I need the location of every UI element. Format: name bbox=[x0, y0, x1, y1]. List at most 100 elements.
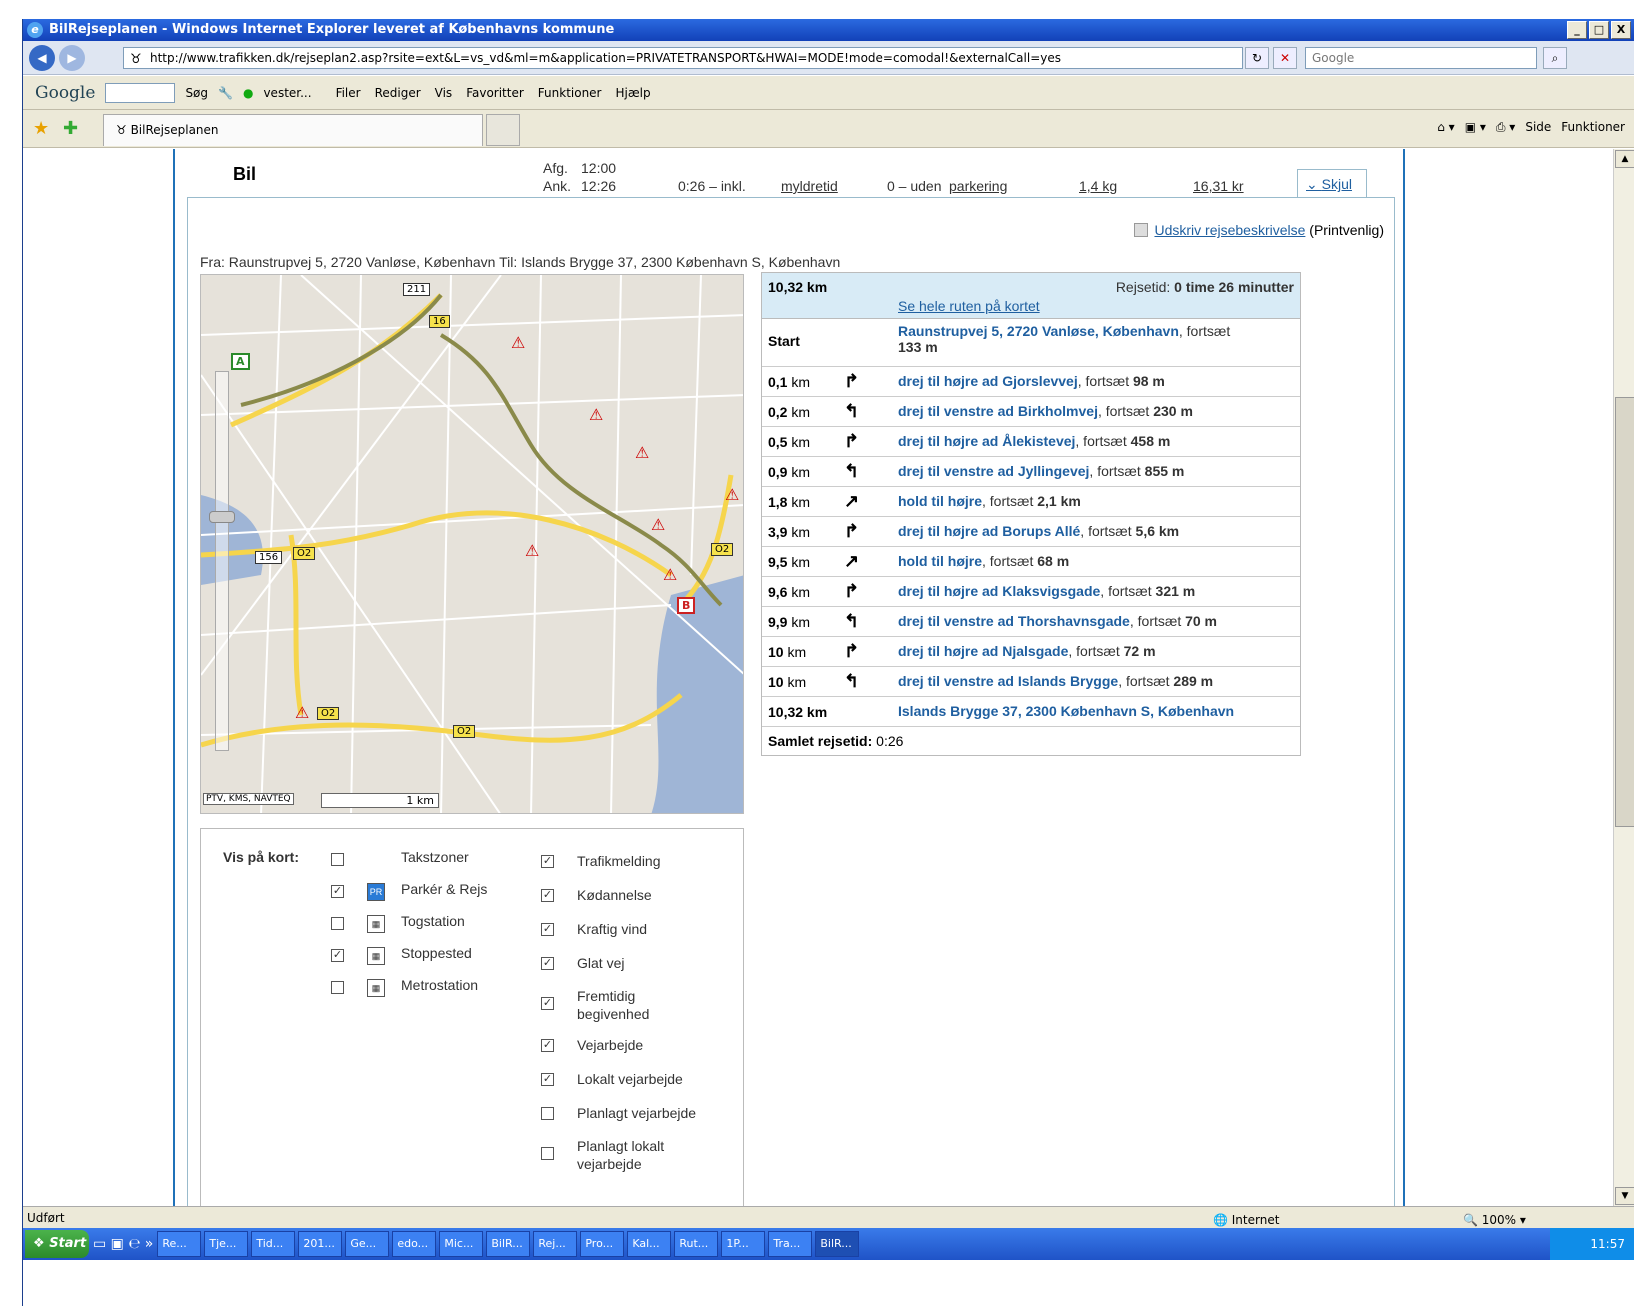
warning-icon[interactable]: ⚠ bbox=[725, 485, 739, 504]
layer-checkbox[interactable] bbox=[331, 981, 344, 994]
print-section: Udskriv rejsebeskrivelse (Printvenlig) bbox=[1134, 222, 1384, 238]
step-link[interactable]: drej til venstre ad Jyllingevej bbox=[898, 463, 1089, 479]
stop-icon[interactable]: ✕ bbox=[1273, 47, 1297, 69]
parking-link[interactable]: parkering bbox=[949, 178, 1007, 194]
co2-link[interactable]: 1,4 kg bbox=[1079, 178, 1117, 194]
url-text: http://www.trafikken.dk/rejseplan2.asp?r… bbox=[150, 51, 1061, 65]
taskbar-item[interactable]: Tje... bbox=[204, 1231, 249, 1257]
tab-bilrejseplanen[interactable]: ♉ BilRejseplanen bbox=[103, 114, 483, 146]
warning-icon[interactable]: ⚠ bbox=[663, 565, 677, 584]
zoom-slider[interactable] bbox=[215, 371, 229, 751]
taskbar-item[interactable]: BilR... bbox=[486, 1231, 531, 1257]
menu-vis[interactable]: Vis bbox=[435, 86, 453, 100]
step-link[interactable]: drej til højre ad Ålekistevej bbox=[898, 433, 1075, 449]
warning-icon[interactable]: ⚠ bbox=[635, 443, 649, 462]
layer-checkbox[interactable] bbox=[541, 1107, 554, 1120]
menu-funktioner[interactable]: Funktioner bbox=[538, 86, 602, 100]
minimize-button[interactable]: _ bbox=[1567, 21, 1587, 39]
taskbar-item[interactable]: Rej... bbox=[533, 1231, 578, 1257]
layer-checkbox[interactable]: ✓ bbox=[541, 923, 554, 936]
new-tab-button[interactable] bbox=[486, 114, 520, 146]
layer-checkbox[interactable]: ✓ bbox=[331, 949, 344, 962]
taskbar-item[interactable]: 1P... bbox=[721, 1231, 766, 1257]
see-route-link[interactable]: Se hele ruten på kortet bbox=[898, 298, 1040, 314]
turn-arrow-icon: ↰ bbox=[844, 401, 860, 421]
cost-link[interactable]: 16,31 kr bbox=[1193, 178, 1244, 194]
hide-button[interactable]: ⌄ Skjul bbox=[1297, 169, 1367, 197]
step-link[interactable]: drej til højre ad Njalsgade bbox=[898, 643, 1068, 659]
scroll-up-icon[interactable]: ▲ bbox=[1615, 150, 1634, 168]
home-icon[interactable]: ⌂ ▾ bbox=[1437, 120, 1454, 135]
step-link[interactable]: drej til højre ad Klaksvigsgade bbox=[898, 583, 1100, 599]
layer-checkbox[interactable]: ✓ bbox=[541, 957, 554, 970]
taskbar-item[interactable]: Tid... bbox=[251, 1231, 296, 1257]
taskbar-item[interactable]: 201... bbox=[298, 1231, 343, 1257]
layer-checkbox[interactable]: ✓ bbox=[541, 1073, 554, 1086]
start-marker-a[interactable]: A bbox=[231, 353, 250, 370]
layer-checkbox[interactable]: ✓ bbox=[541, 997, 554, 1010]
taskbar-item[interactable]: Tra... bbox=[768, 1231, 813, 1257]
taskbar-item[interactable]: Re... bbox=[157, 1231, 202, 1257]
vertical-scrollbar[interactable]: ▲ ▼ bbox=[1613, 149, 1634, 1206]
address-field[interactable]: ♉ http://www.trafikken.dk/rejseplan2.asp… bbox=[123, 47, 1243, 69]
taskbar-item[interactable]: Mic... bbox=[439, 1231, 484, 1257]
search-button[interactable]: Søg bbox=[185, 86, 208, 100]
layer-checkbox[interactable] bbox=[331, 917, 344, 930]
layer-checkbox[interactable]: ✓ bbox=[541, 1039, 554, 1052]
end-address-link[interactable]: Islands Brygge 37, 2300 København S, Køb… bbox=[898, 703, 1298, 719]
zoom-slider-handle[interactable] bbox=[209, 511, 235, 523]
favorites-star-icon[interactable]: ★ bbox=[33, 118, 49, 139]
step-link[interactable]: hold til højre bbox=[898, 493, 982, 509]
google-search-field[interactable] bbox=[105, 82, 176, 103]
start-address-link[interactable]: Raunstrupvej 5, 2720 Vanløse, København bbox=[898, 323, 1179, 339]
print-icon[interactable]: ⎙ ▾ bbox=[1496, 120, 1515, 135]
taskbar-item[interactable]: Pro... bbox=[580, 1231, 625, 1257]
taskbar-item[interactable]: Ge... bbox=[345, 1231, 390, 1257]
warning-icon[interactable]: ⚠ bbox=[525, 541, 539, 560]
menu-favoritter[interactable]: Favoritter bbox=[466, 86, 524, 100]
step-link[interactable]: drej til højre ad Borups Allé bbox=[898, 523, 1080, 539]
start-button[interactable]: ❖ Start bbox=[25, 1230, 89, 1258]
forward-button[interactable]: ▶ bbox=[59, 45, 85, 71]
wrench-icon[interactable]: 🔧 bbox=[218, 86, 233, 100]
route-map[interactable]: 211 16 156 O2 O2 O2 O2 A B ⚠ ⚠ ⚠ ⚠ ⚠ ⚠ ⚠ bbox=[200, 274, 744, 814]
step-link[interactable]: drej til venstre ad Islands Brygge bbox=[898, 673, 1118, 689]
add-favorite-icon[interactable]: ✚ bbox=[63, 118, 78, 139]
taskbar-item[interactable]: BilR... bbox=[815, 1231, 860, 1257]
step-link[interactable]: drej til venstre ad Birkholmvej bbox=[898, 403, 1098, 419]
taskbar-item[interactable]: Kal... bbox=[627, 1231, 672, 1257]
menu-filer[interactable]: Filer bbox=[336, 86, 361, 100]
step-link[interactable]: drej til venstre ad Thorshavnsgade bbox=[898, 613, 1130, 629]
quick-launch-icons[interactable]: ▭ ▣ ℮ » bbox=[93, 1236, 153, 1252]
maximize-button[interactable]: □ bbox=[1589, 21, 1609, 39]
step-link[interactable]: hold til højre bbox=[898, 553, 982, 569]
search-icon[interactable]: ⌕ bbox=[1543, 47, 1567, 69]
menu-rediger[interactable]: Rediger bbox=[375, 86, 421, 100]
warning-icon[interactable]: ⚠ bbox=[511, 333, 525, 352]
layer-checkbox[interactable]: ✓ bbox=[541, 889, 554, 902]
step-link[interactable]: drej til højre ad Gjorslevvej bbox=[898, 373, 1078, 389]
layer-checkbox[interactable] bbox=[541, 1147, 554, 1160]
rush-hour-link[interactable]: myldretid bbox=[781, 178, 838, 194]
close-button[interactable]: X bbox=[1611, 21, 1631, 39]
print-link[interactable]: Udskriv rejsebeskrivelse bbox=[1154, 222, 1305, 238]
scroll-down-icon[interactable]: ▼ bbox=[1615, 1187, 1634, 1205]
refresh-icon[interactable]: ↻ bbox=[1245, 47, 1269, 69]
layer-checkbox[interactable]: ✓ bbox=[331, 885, 344, 898]
end-marker-b[interactable]: B bbox=[677, 597, 696, 614]
layer-checkbox[interactable]: ✓ bbox=[541, 855, 554, 868]
vester-button[interactable]: vester... bbox=[263, 86, 311, 100]
warning-icon[interactable]: ⚠ bbox=[651, 515, 665, 534]
taskbar-item[interactable]: Rut... bbox=[674, 1231, 719, 1257]
back-button[interactable]: ◀ bbox=[29, 45, 55, 71]
feeds-icon[interactable]: ▣ ▾ bbox=[1465, 120, 1486, 135]
page-menu[interactable]: Side bbox=[1525, 120, 1551, 135]
tools-menu[interactable]: Funktioner bbox=[1561, 120, 1625, 135]
taskbar-item[interactable]: edo... bbox=[392, 1231, 437, 1257]
scroll-thumb[interactable] bbox=[1615, 397, 1634, 827]
search-input[interactable]: Google bbox=[1305, 47, 1537, 69]
warning-icon[interactable]: ⚠ bbox=[589, 405, 603, 424]
layer-checkbox[interactable] bbox=[331, 853, 344, 866]
menu-hjaelp[interactable]: Hjælp bbox=[616, 86, 651, 100]
warning-icon[interactable]: ⚠ bbox=[295, 703, 309, 722]
